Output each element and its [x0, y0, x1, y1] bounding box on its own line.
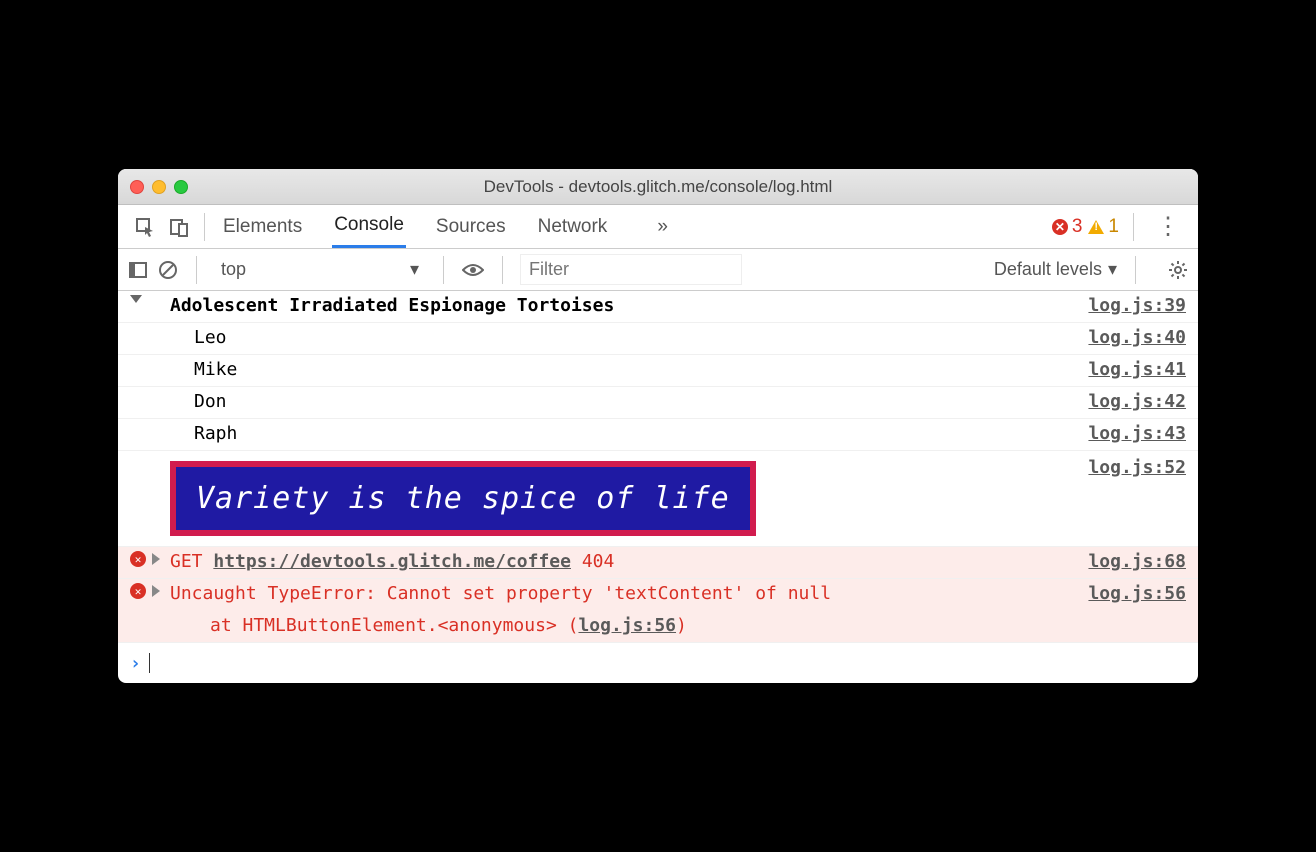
log-text: Leo [194, 327, 1088, 348]
error-count-badge[interactable]: ✕ 3 [1052, 216, 1083, 238]
stack-suffix: ) [676, 615, 687, 636]
source-link[interactable]: log.js:52 [1088, 457, 1186, 478]
console-log-entry: Mike log.js:41 [118, 355, 1198, 387]
console-log-entry: Leo log.js:40 [118, 323, 1198, 355]
main-tabbar: Elements Console Sources Network » ✕ 3 1… [118, 205, 1198, 249]
gear-icon[interactable] [1168, 260, 1188, 280]
source-link[interactable]: log.js:40 [1088, 327, 1186, 348]
devtools-window: DevTools - devtools.glitch.me/console/lo… [118, 169, 1198, 683]
text-cursor [149, 653, 150, 673]
console-network-error: ✕ GET https://devtools.glitch.me/coffee … [118, 547, 1198, 579]
more-tabs-icon[interactable]: » [657, 216, 668, 238]
disclosure-triangle-icon[interactable] [130, 295, 142, 303]
tab-console[interactable]: Console [332, 205, 406, 248]
console-toolbar: top ▾ Default levels ▾ [118, 249, 1198, 291]
expand-icon[interactable] [152, 585, 160, 597]
source-link[interactable]: log.js:68 [1088, 551, 1186, 572]
chevron-down-icon: ▾ [410, 259, 419, 280]
clear-console-icon[interactable] [158, 260, 178, 280]
source-link[interactable]: log.js:42 [1088, 391, 1186, 412]
http-method: GET [170, 551, 203, 572]
settings-menu-icon[interactable]: ⋮ [1148, 212, 1188, 241]
separator [204, 213, 205, 241]
source-link[interactable]: log.js:39 [1088, 295, 1186, 316]
separator [1135, 256, 1136, 284]
console-log-entry: Don log.js:42 [118, 387, 1198, 419]
error-icon: ✕ [130, 551, 146, 567]
separator [196, 256, 197, 284]
console-styled-entry: Variety is the spice of life log.js:52 [118, 451, 1198, 547]
group-title: Adolescent Irradiated Espionage Tortoise… [170, 295, 1088, 316]
context-value: top [221, 259, 246, 280]
warning-count: 1 [1108, 216, 1119, 238]
console-prompt[interactable]: › [118, 643, 1198, 683]
stack-source-link[interactable]: log.js:56 [578, 615, 676, 636]
expand-icon[interactable] [152, 553, 160, 565]
tab-sources[interactable]: Sources [434, 207, 508, 247]
log-text: Mike [194, 359, 1088, 380]
source-link[interactable]: log.js:43 [1088, 423, 1186, 444]
window-title: DevTools - devtools.glitch.me/console/lo… [118, 177, 1198, 197]
levels-label: Default levels [994, 259, 1102, 280]
separator [443, 256, 444, 284]
device-toggle-icon[interactable] [162, 217, 196, 237]
sidebar-toggle-icon[interactable] [128, 260, 148, 280]
styled-log-text: Variety is the spice of life [170, 461, 756, 536]
tab-elements[interactable]: Elements [221, 207, 304, 247]
titlebar: DevTools - devtools.glitch.me/console/lo… [118, 169, 1198, 205]
console-group-header[interactable]: Adolescent Irradiated Espionage Tortoise… [118, 291, 1198, 323]
source-link[interactable]: log.js:41 [1088, 359, 1186, 380]
error-message: Uncaught TypeError: Cannot set property … [170, 583, 1088, 604]
inspect-icon[interactable] [128, 217, 162, 237]
error-icon: ✕ [1052, 219, 1068, 235]
log-text: Don [194, 391, 1088, 412]
console-output: Adolescent Irradiated Espionage Tortoise… [118, 291, 1198, 683]
error-icon: ✕ [130, 583, 146, 599]
warning-icon [1088, 220, 1104, 234]
http-status: 404 [582, 551, 615, 572]
error-count: 3 [1072, 216, 1083, 238]
console-js-error: ✕ Uncaught TypeError: Cannot set propert… [118, 579, 1198, 611]
tab-network[interactable]: Network [536, 207, 610, 247]
console-stack-line: at HTMLButtonElement.<anonymous> (log.js… [118, 611, 1198, 643]
separator [1133, 213, 1134, 241]
console-log-entry: Raph log.js:43 [118, 419, 1198, 451]
live-expression-icon[interactable] [462, 262, 484, 278]
filter-input[interactable] [521, 255, 741, 284]
log-levels-selector[interactable]: Default levels ▾ [994, 259, 1117, 280]
source-link[interactable]: log.js:56 [1088, 583, 1186, 604]
warning-count-badge[interactable]: 1 [1088, 216, 1119, 238]
context-selector[interactable]: top ▾ [215, 257, 425, 282]
stack-prefix: at HTMLButtonElement.<anonymous> ( [210, 615, 578, 636]
log-text: Raph [194, 423, 1088, 444]
prompt-caret-icon: › [130, 653, 141, 674]
separator [502, 256, 503, 284]
request-url[interactable]: https://devtools.glitch.me/coffee [213, 551, 571, 572]
chevron-down-icon: ▾ [1108, 259, 1117, 280]
tabbar-status: ✕ 3 1 ⋮ [1052, 212, 1188, 241]
panel-tabs: Elements Console Sources Network » [221, 205, 668, 248]
